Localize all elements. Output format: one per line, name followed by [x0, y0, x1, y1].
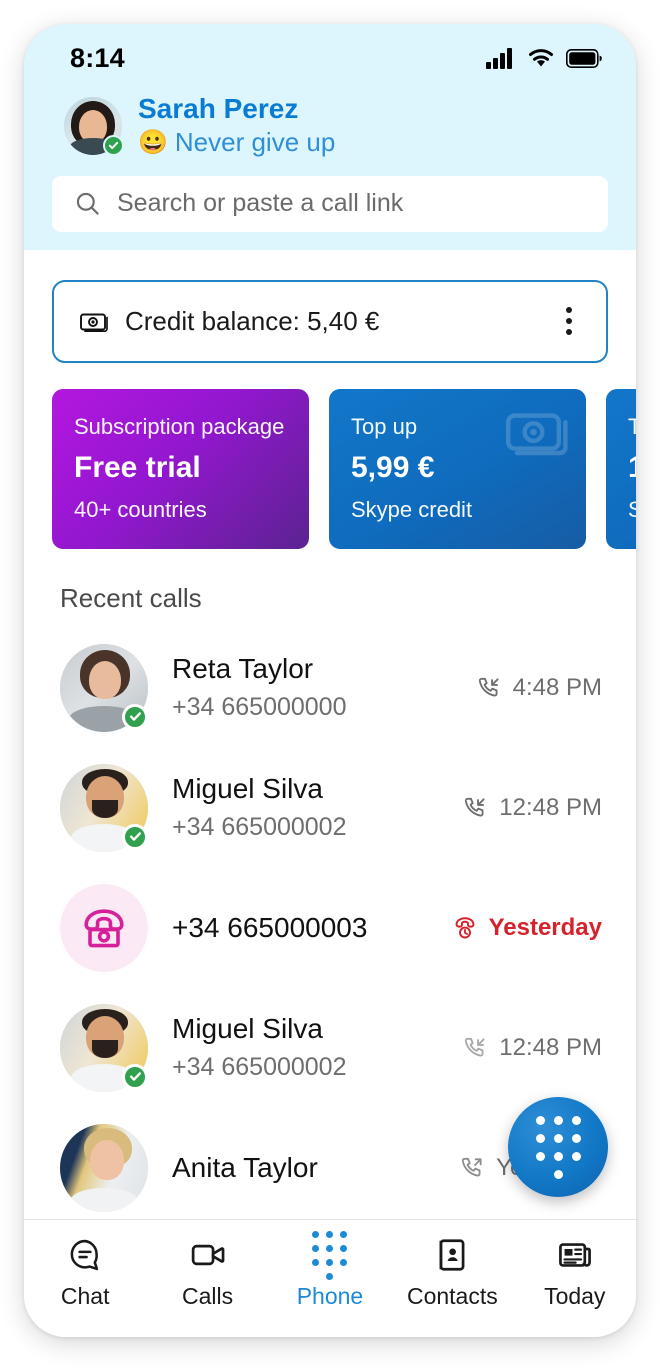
- call-item-name: +34 665000003: [172, 911, 368, 943]
- credit-balance-label: Credit balance: 5,40 €: [125, 305, 380, 336]
- tab-calls[interactable]: Calls: [152, 1236, 264, 1310]
- presence-badge-online: [122, 1063, 148, 1090]
- call-item-name: Reta Taylor: [172, 652, 314, 684]
- incoming-call-icon: [478, 677, 499, 697]
- news-icon: [558, 1243, 591, 1267]
- missed-call-icon: [455, 917, 475, 939]
- avatar[interactable]: [60, 1003, 148, 1092]
- tab-chat[interactable]: Chat: [29, 1236, 141, 1310]
- promo-card-title: Free trial: [74, 451, 201, 485]
- call-item-time: 4:48 PM: [512, 673, 602, 701]
- avatar[interactable]: [60, 643, 148, 732]
- cellular-signal-icon: [486, 48, 512, 69]
- tab-label: Calls: [182, 1283, 234, 1309]
- presence-badge-online: [103, 134, 124, 156]
- phone-frame: 8:14 Sarah Perez 😀 Never give up Search …: [24, 24, 636, 1337]
- promo-card-topup-2[interactable]: T 1 S: [606, 388, 636, 549]
- call-list-item[interactable]: Miguel Silva +34 665000002 12:48 PM: [24, 748, 636, 868]
- call-item-time: 12:48 PM: [499, 793, 602, 821]
- profile-row[interactable]: Sarah Perez 😀 Never give up: [24, 92, 636, 160]
- search-icon: [76, 193, 99, 216]
- outgoing-call-icon: [462, 1157, 482, 1177]
- search-input[interactable]: Search or paste a call link: [52, 175, 608, 232]
- status-bar-icons: [486, 47, 602, 69]
- profile-mood-text: Never give up: [174, 127, 336, 158]
- avatar-image: [60, 1123, 148, 1212]
- dialpad-icon: [312, 1230, 348, 1280]
- profile-text: Sarah Perez 😀 Never give up: [138, 92, 335, 160]
- dialpad-fab-button[interactable]: [508, 1097, 608, 1197]
- avatar[interactable]: [60, 883, 148, 972]
- contact-card-icon: [439, 1239, 465, 1271]
- search-placeholder: Search or paste a call link: [117, 189, 404, 218]
- call-item-name: Anita Taylor: [172, 1151, 318, 1183]
- tab-label: Chat: [60, 1283, 110, 1309]
- promo-card-title: 1: [628, 450, 636, 486]
- promo-card-top: Subscription package: [74, 413, 285, 439]
- presence-badge-online: [122, 823, 148, 850]
- grinning-face-emoji-icon: 😀: [138, 129, 168, 157]
- status-bar-clock: 8:14: [70, 42, 125, 73]
- main-content: Credit balance: 5,40 € Subscription pack…: [24, 249, 636, 1219]
- more-vertical-icon[interactable]: [556, 301, 582, 341]
- call-item-name: Miguel Silva: [172, 772, 323, 804]
- call-item-info: +34 665000003: [148, 910, 452, 946]
- call-list-item[interactable]: Miguel Silva +34 665000002 12:48 PM: [24, 988, 636, 1108]
- call-item-time: Yesterday: [488, 913, 602, 941]
- tab-contacts[interactable]: Contacts: [396, 1236, 508, 1310]
- bottom-navigation: Chat Calls Phone Contacts Today: [24, 1219, 636, 1337]
- tab-label: Today: [544, 1283, 606, 1309]
- chat-bubble-icon: [70, 1239, 99, 1271]
- app-header: 8:14 Sarah Perez 😀 Never give up Search …: [24, 24, 636, 250]
- promo-card-top: Top up: [351, 413, 418, 439]
- video-camera-icon: [191, 1244, 224, 1266]
- call-item-name: Miguel Silva: [172, 1012, 323, 1044]
- promo-card-carousel[interactable]: Subscription package Free trial 40+ coun…: [24, 363, 636, 549]
- promo-card-sub: S: [628, 497, 636, 523]
- call-item-meta: 12:48 PM: [462, 1034, 602, 1062]
- call-item-number: +34 665000002: [172, 1053, 347, 1082]
- profile-mood: 😀 Never give up: [138, 126, 335, 160]
- tab-label: Contacts: [406, 1283, 498, 1309]
- promo-card-subscription[interactable]: Subscription package Free trial 40+ coun…: [52, 388, 309, 549]
- tab-phone[interactable]: Phone: [274, 1230, 386, 1310]
- status-bar: 8:14: [24, 24, 636, 92]
- call-item-time: 12:48 PM: [499, 1033, 602, 1061]
- promo-card-sub: Skype credit: [351, 497, 473, 523]
- call-item-info: Reta Taylor +34 665000000: [148, 651, 476, 725]
- avatar[interactable]: [60, 763, 148, 852]
- call-item-meta: 12:48 PM: [462, 794, 602, 822]
- call-item-number: +34 665000000: [172, 693, 347, 722]
- avatar[interactable]: [60, 1123, 148, 1212]
- incoming-call-icon: [465, 1037, 485, 1057]
- incoming-call-icon: [465, 797, 485, 817]
- promo-card-topup-1[interactable]: Top up 5,99 € Skype credit: [329, 388, 586, 549]
- presence-badge-online: [122, 703, 148, 730]
- call-item-info: Miguel Silva +34 665000002: [148, 771, 462, 845]
- tab-today[interactable]: Today: [519, 1236, 631, 1310]
- call-item-meta: 4:48 PM: [476, 674, 602, 702]
- battery-icon: [566, 48, 602, 68]
- promo-card-sub: 40+ countries: [74, 497, 207, 523]
- dialpad-icon: [535, 1115, 581, 1179]
- call-item-number: +34 665000002: [172, 813, 347, 842]
- phone-icon: [84, 909, 124, 948]
- call-item-info: Anita Taylor: [148, 1150, 459, 1186]
- recent-calls-heading: Recent calls: [60, 582, 202, 613]
- credit-balance-left: Credit balance: 5,40 €: [80, 306, 379, 337]
- call-item-meta: Yesterday: [452, 914, 602, 942]
- wifi-icon: [529, 49, 553, 67]
- profile-name: Sarah Perez: [138, 93, 299, 124]
- call-list-item[interactable]: +34 665000003 Yesterday: [24, 868, 636, 988]
- call-item-info: Miguel Silva +34 665000002: [148, 1011, 462, 1085]
- promo-card-top: T: [628, 413, 636, 439]
- avatar[interactable]: [64, 96, 124, 156]
- tab-label: Phone: [296, 1283, 364, 1309]
- avatar-placeholder: [60, 883, 148, 972]
- banknote-icon: [80, 314, 108, 333]
- credit-balance-card[interactable]: Credit balance: 5,40 €: [52, 279, 608, 363]
- call-list-item[interactable]: Reta Taylor +34 665000000 4:48 PM: [24, 628, 636, 748]
